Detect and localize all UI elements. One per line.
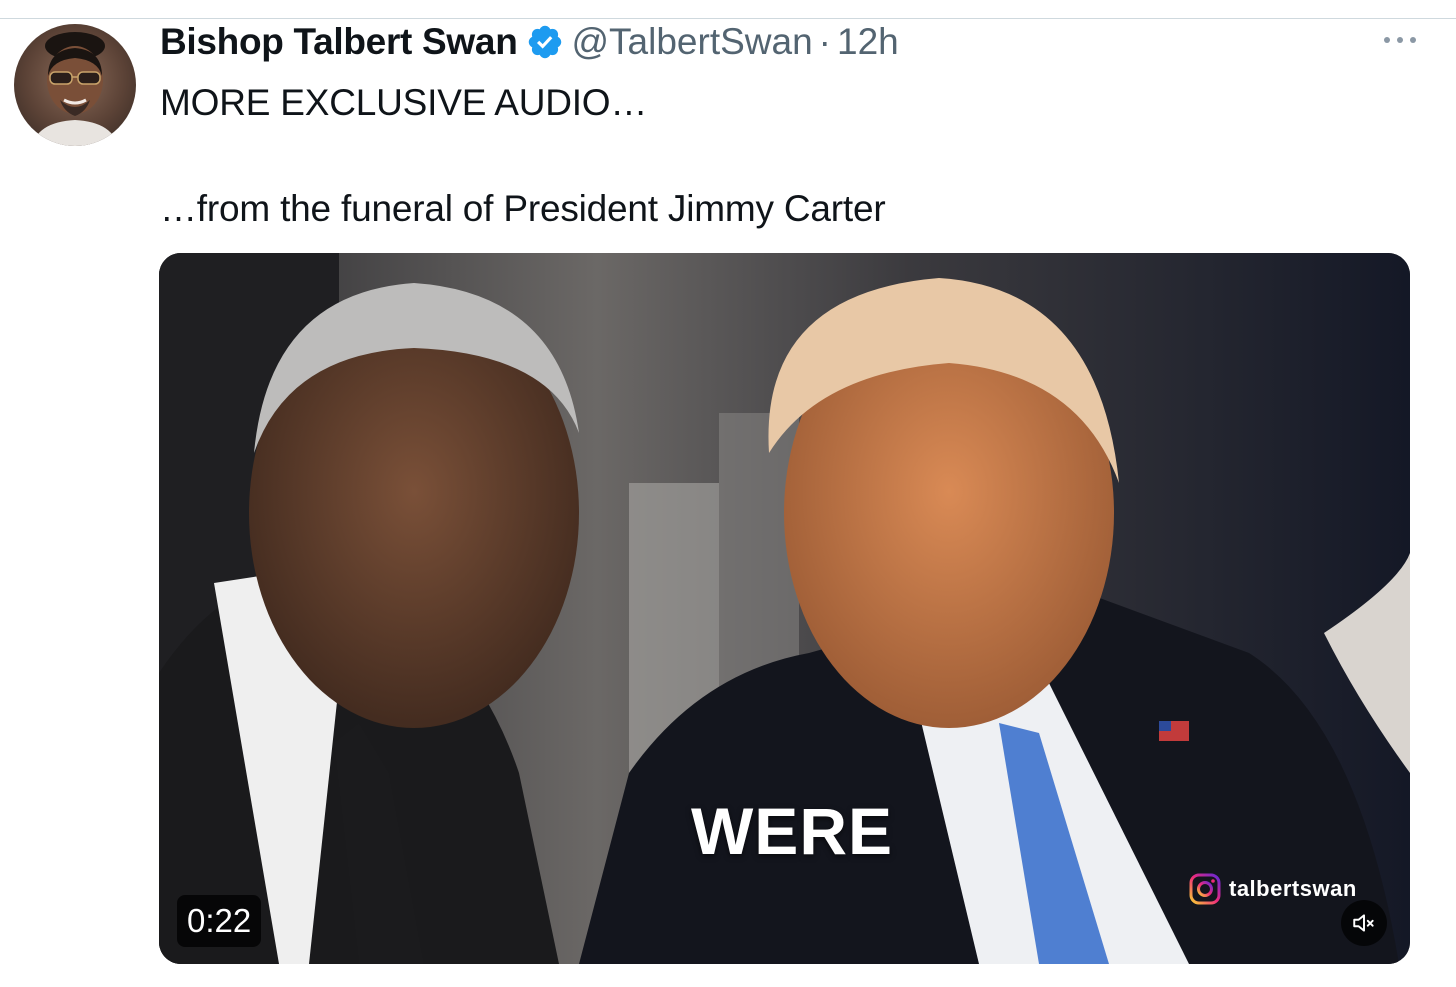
author-handle[interactable]: @TalbertSwan	[572, 21, 813, 63]
post-text-line: …from the funeral of President Jimmy Car…	[160, 188, 886, 229]
video-duration: 0:22	[177, 895, 262, 947]
instagram-icon	[1189, 873, 1221, 905]
more-options-icon[interactable]	[1384, 30, 1416, 50]
video-caption: WERE	[691, 794, 893, 868]
top-divider	[0, 18, 1456, 19]
muted-speaker-icon[interactable]	[1341, 900, 1387, 946]
post-text-line: MORE EXCLUSIVE AUDIO…	[160, 82, 648, 123]
verified-badge-icon	[526, 23, 564, 61]
more-dot	[1410, 37, 1416, 43]
more-dot	[1397, 37, 1403, 43]
post-text: MORE EXCLUSIVE AUDIO… …from the funeral …	[160, 76, 1400, 236]
post-timestamp[interactable]: 12h	[837, 21, 899, 63]
avatar-portrait-icon	[32, 32, 118, 146]
author-avatar[interactable]	[14, 24, 136, 146]
meta-separator: ·	[818, 21, 831, 62]
watermark-handle: talbertswan	[1229, 876, 1357, 901]
author-display-name[interactable]: Bishop Talbert Swan	[160, 21, 518, 63]
post-header: Bishop Talbert Swan @TalbertSwan · 12h	[160, 20, 899, 64]
more-dot	[1384, 37, 1390, 43]
video-player[interactable]: WERE 0:22 talbertswan	[159, 253, 1410, 964]
video-watermark: talbertswan	[1189, 873, 1357, 905]
